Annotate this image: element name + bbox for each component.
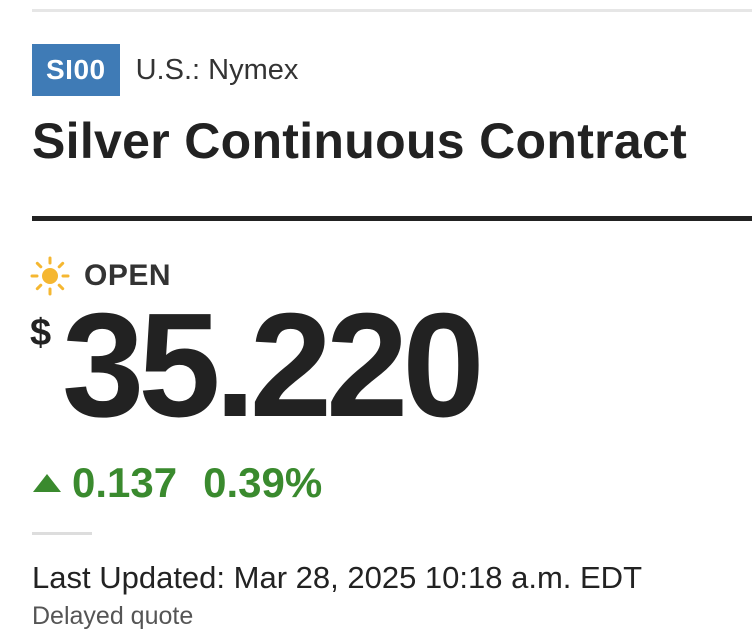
currency-symbol: $ — [30, 312, 52, 354]
price-change: 0.137 — [72, 459, 178, 506]
last-updated-timestamp: Last Updated: Mar 28, 2025 10:18 a.m. ED… — [32, 560, 643, 595]
price-change-row: 0.137 0.39% — [32, 458, 322, 508]
up-arrow-icon — [32, 472, 62, 494]
ticker-badge[interactable]: SI00 — [32, 44, 120, 96]
top-divider — [32, 9, 752, 12]
delayed-quote-note: Delayed quote — [32, 602, 194, 630]
title-divider — [32, 216, 752, 221]
exchange-label: U.S.: Nymex — [135, 53, 299, 86]
price-change-percent: 0.39% — [203, 459, 323, 506]
page-title: Silver Continuous Contract — [32, 113, 688, 169]
footer-divider — [32, 532, 92, 535]
ticker-row: SI00 U.S.: Nymex — [32, 44, 298, 96]
last-price: 35.220 — [62, 283, 485, 448]
